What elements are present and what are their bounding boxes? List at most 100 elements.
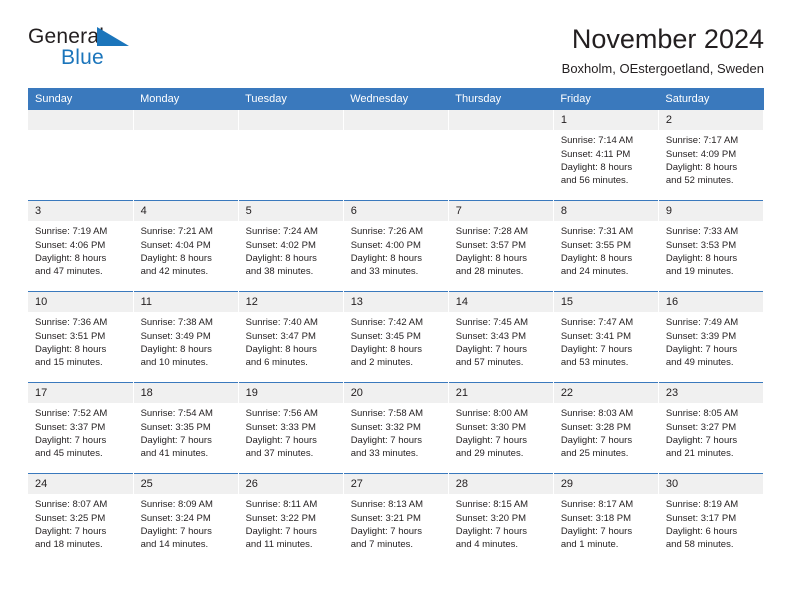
day-cell[interactable]: 6 Sunrise: 7:26 AM Sunset: 4:00 PM Dayli… <box>343 200 449 292</box>
day-cell[interactable] <box>448 110 554 201</box>
daylight-text-line2: and 53 minutes. <box>560 357 629 369</box>
week-row: 10 Sunrise: 7:36 AM Sunset: 3:51 PM Dayl… <box>28 291 765 383</box>
daylight-text-line1: Daylight: 7 hours <box>455 434 528 446</box>
logo-blue-text: Blue <box>61 46 104 69</box>
daylight-text-line2: and 33 minutes. <box>350 448 419 460</box>
day-number: 25 <box>133 474 238 495</box>
sunset-text: Sunset: 3:25 PM <box>35 512 106 524</box>
day-cell[interactable]: 16 Sunrise: 7:49 AM Sunset: 3:39 PM Dayl… <box>658 291 765 383</box>
daylight-text-line1: Daylight: 7 hours <box>665 343 738 355</box>
logo-general-text: General <box>28 25 105 48</box>
day-cell[interactable] <box>28 110 134 201</box>
sunrise-text: Sunrise: 7:19 AM <box>35 226 108 238</box>
day-details: Sunrise: 7:36 AM Sunset: 3:51 PM Dayligh… <box>28 312 133 370</box>
general-blue-logo[interactable]: General Blue <box>28 24 148 72</box>
day-details: Sunrise: 8:05 AM Sunset: 3:27 PM Dayligh… <box>659 403 763 461</box>
sunrise-text: Sunrise: 7:56 AM <box>245 408 318 420</box>
day-cell[interactable]: 13 Sunrise: 7:42 AM Sunset: 3:45 PM Dayl… <box>343 291 449 383</box>
daylight-text-line1: Daylight: 7 hours <box>455 525 528 537</box>
day-cell[interactable]: 9 Sunrise: 7:33 AM Sunset: 3:53 PM Dayli… <box>658 200 765 292</box>
day-number <box>133 110 238 130</box>
day-number: 1 <box>553 110 658 131</box>
day-cell[interactable]: 1 Sunrise: 7:14 AM Sunset: 4:11 PM Dayli… <box>553 110 659 201</box>
day-cell[interactable]: 2 Sunrise: 7:17 AM Sunset: 4:09 PM Dayli… <box>658 110 765 201</box>
daylight-text-line2: and 57 minutes. <box>455 357 524 369</box>
day-cell[interactable]: 22 Sunrise: 8:03 AM Sunset: 3:28 PM Dayl… <box>553 382 659 474</box>
day-details <box>28 130 133 134</box>
sunset-text: Sunset: 3:49 PM <box>140 330 211 342</box>
day-cell[interactable]: 10 Sunrise: 7:36 AM Sunset: 3:51 PM Dayl… <box>28 291 134 383</box>
daylight-text-line1: Daylight: 7 hours <box>560 525 633 537</box>
day-cell[interactable]: 23 Sunrise: 8:05 AM Sunset: 3:27 PM Dayl… <box>658 382 765 474</box>
day-cell[interactable]: 19 Sunrise: 7:56 AM Sunset: 3:33 PM Dayl… <box>238 382 344 474</box>
day-cell[interactable]: 8 Sunrise: 7:31 AM Sunset: 3:55 PM Dayli… <box>553 200 659 292</box>
sunset-text: Sunset: 3:33 PM <box>245 421 316 433</box>
day-details: Sunrise: 7:40 AM Sunset: 3:47 PM Dayligh… <box>239 312 343 370</box>
daylight-text-line1: Daylight: 8 hours <box>35 252 107 264</box>
day-cell[interactable]: 3 Sunrise: 7:19 AM Sunset: 4:06 PM Dayli… <box>28 200 134 292</box>
sunset-text: Sunset: 4:06 PM <box>35 239 106 251</box>
sunrise-text: Sunrise: 8:09 AM <box>140 499 213 511</box>
day-cell[interactable]: 17 Sunrise: 7:52 AM Sunset: 3:37 PM Dayl… <box>28 382 134 474</box>
day-cell[interactable]: 27 Sunrise: 8:13 AM Sunset: 3:21 PM Dayl… <box>343 473 449 564</box>
sunrise-text: Sunrise: 7:58 AM <box>350 408 424 420</box>
day-details: Sunrise: 7:31 AM Sunset: 3:55 PM Dayligh… <box>554 221 658 279</box>
sunset-text: Sunset: 3:20 PM <box>455 512 526 524</box>
day-cell[interactable]: 11 Sunrise: 7:38 AM Sunset: 3:49 PM Dayl… <box>133 291 239 383</box>
sunrise-text: Sunrise: 7:14 AM <box>560 135 634 147</box>
day-cell[interactable]: 21 Sunrise: 8:00 AM Sunset: 3:30 PM Dayl… <box>448 382 554 474</box>
day-cell[interactable]: 14 Sunrise: 7:45 AM Sunset: 3:43 PM Dayl… <box>448 291 554 383</box>
sunrise-text: Sunrise: 8:03 AM <box>560 408 634 420</box>
day-cell[interactable]: 25 Sunrise: 8:09 AM Sunset: 3:24 PM Dayl… <box>133 473 239 564</box>
daylight-text-line2: and 28 minutes. <box>455 266 524 278</box>
day-cell[interactable]: 24 Sunrise: 8:07 AM Sunset: 3:25 PM Dayl… <box>28 473 134 564</box>
day-cell[interactable] <box>238 110 344 201</box>
sunset-text: Sunset: 3:28 PM <box>560 421 632 433</box>
day-number: 14 <box>448 292 553 313</box>
daylight-text-line1: Daylight: 7 hours <box>245 434 317 446</box>
day-cell[interactable]: 7 Sunrise: 7:28 AM Sunset: 3:57 PM Dayli… <box>448 200 554 292</box>
daylight-text-line2: and 58 minutes. <box>665 539 734 551</box>
sunrise-text: Sunrise: 7:40 AM <box>245 317 318 329</box>
sunrise-text: Sunrise: 7:42 AM <box>350 317 424 329</box>
day-cell[interactable]: 18 Sunrise: 7:54 AM Sunset: 3:35 PM Dayl… <box>133 382 239 474</box>
day-number: 4 <box>133 201 238 222</box>
daylight-text-line2: and 15 minutes. <box>35 357 103 369</box>
day-number: 8 <box>553 201 658 222</box>
day-number: 20 <box>343 383 448 404</box>
day-number: 10 <box>28 292 133 313</box>
daylight-text-line2: and 42 minutes. <box>140 266 209 278</box>
daylight-text-line1: Daylight: 8 hours <box>455 252 528 264</box>
daylight-text-line2: and 25 minutes. <box>560 448 629 460</box>
sunset-text: Sunset: 3:32 PM <box>350 421 421 433</box>
day-cell[interactable]: 5 Sunrise: 7:24 AM Sunset: 4:02 PM Dayli… <box>238 200 344 292</box>
sunrise-text: Sunrise: 8:05 AM <box>665 408 739 420</box>
day-details: Sunrise: 8:00 AM Sunset: 3:30 PM Dayligh… <box>449 403 553 461</box>
day-number: 15 <box>553 292 658 313</box>
day-number <box>28 110 133 130</box>
daylight-text-line2: and 1 minute. <box>560 539 619 551</box>
daylight-text-line1: Daylight: 8 hours <box>140 343 212 355</box>
day-details: Sunrise: 8:17 AM Sunset: 3:18 PM Dayligh… <box>554 494 658 552</box>
weekday-header-friday: Friday <box>553 88 659 110</box>
daylight-text-line2: and 38 minutes. <box>245 266 314 278</box>
day-cell[interactable]: 30 Sunrise: 8:19 AM Sunset: 3:17 PM Dayl… <box>658 473 765 564</box>
sunrise-text: Sunrise: 8:15 AM <box>455 499 529 511</box>
day-cell[interactable]: 12 Sunrise: 7:40 AM Sunset: 3:47 PM Dayl… <box>238 291 344 383</box>
day-details <box>134 130 238 134</box>
daylight-text-line2: and 7 minutes. <box>350 539 414 551</box>
day-details: Sunrise: 7:54 AM Sunset: 3:35 PM Dayligh… <box>134 403 238 461</box>
day-cell[interactable]: 29 Sunrise: 8:17 AM Sunset: 3:18 PM Dayl… <box>553 473 659 564</box>
day-cell[interactable]: 28 Sunrise: 8:15 AM Sunset: 3:20 PM Dayl… <box>448 473 554 564</box>
day-cell[interactable] <box>343 110 449 201</box>
day-cell[interactable]: 4 Sunrise: 7:21 AM Sunset: 4:04 PM Dayli… <box>133 200 239 292</box>
day-cell[interactable]: 15 Sunrise: 7:47 AM Sunset: 3:41 PM Dayl… <box>553 291 659 383</box>
daylight-text-line1: Daylight: 7 hours <box>35 525 107 537</box>
daylight-text-line2: and 47 minutes. <box>35 266 103 278</box>
day-cell[interactable]: 26 Sunrise: 8:11 AM Sunset: 3:22 PM Dayl… <box>238 473 344 564</box>
day-cell[interactable]: 20 Sunrise: 7:58 AM Sunset: 3:32 PM Dayl… <box>343 382 449 474</box>
page-subtitle: Boxholm, OEstergoetland, Sweden <box>561 61 764 77</box>
day-cell[interactable] <box>133 110 239 201</box>
day-number: 7 <box>448 201 553 222</box>
title-block: November 2024 Boxholm, OEstergoetland, S… <box>148 24 764 77</box>
